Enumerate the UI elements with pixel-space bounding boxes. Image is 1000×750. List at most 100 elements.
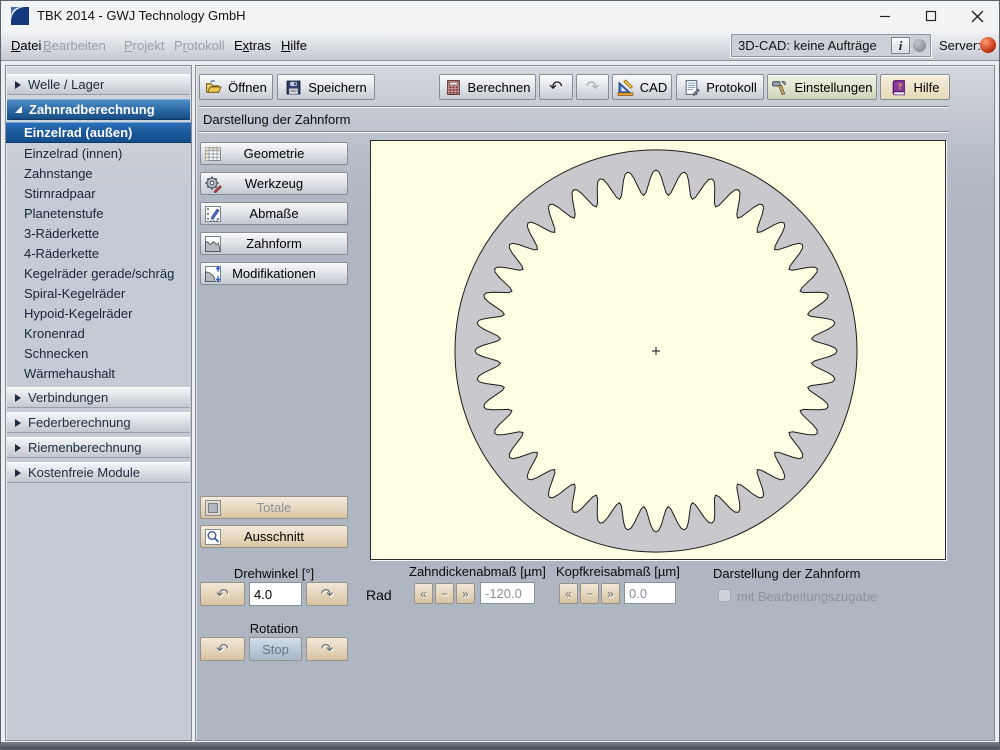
zahndicke-input[interactable] (480, 582, 535, 604)
minus-icon: − (586, 587, 593, 601)
rotation-ccw-button[interactable]: ↶ (200, 637, 245, 661)
app-logo-icon (11, 7, 29, 25)
settings-tools-icon (771, 79, 788, 96)
sidebar-item-waermehaushalt[interactable]: Wärmehaushalt (6, 363, 191, 383)
tooth-form-icon (204, 235, 222, 253)
drehwinkel-input[interactable] (249, 582, 302, 606)
kopfkreis-reset-button[interactable]: − (580, 583, 599, 604)
minimize-icon (879, 10, 891, 22)
kopfkreis-step-down-button[interactable]: « (559, 583, 578, 604)
menu-extras[interactable]: Extras (228, 31, 277, 60)
minimize-button[interactable] (863, 1, 907, 31)
divider (199, 131, 949, 133)
abmasse-button[interactable]: Abmaße (200, 202, 348, 225)
protocol-document-icon (683, 79, 700, 96)
geometrie-button[interactable]: Geometrie (200, 142, 348, 165)
sidebar-item-4-raederkette[interactable]: 4-Räderkette (6, 243, 191, 263)
close-button[interactable] (955, 1, 999, 31)
rotate-cw-icon: ↷ (321, 585, 334, 603)
settings-button[interactable]: Einstellungen (767, 74, 877, 100)
sidebar-item-kegelraeder[interactable]: Kegelräder gerade/schräg (6, 263, 191, 283)
rotate-ccw-button[interactable]: ↶ (200, 582, 245, 606)
protocol-label: Protokoll (706, 80, 757, 95)
sidebar-section-verbindungen[interactable]: Verbindungen (7, 387, 190, 408)
calculate-label: Berechnen (468, 80, 531, 95)
redo-icon: ↷ (586, 77, 599, 97)
save-button[interactable]: Speichern (277, 74, 375, 100)
rotation-cw-button[interactable]: ↷ (306, 637, 348, 661)
rotate-ccw-icon: ↶ (216, 640, 229, 658)
sidebar-item-kronenrad[interactable]: Kronenrad (6, 323, 191, 343)
ausschnitt-button[interactable]: Ausschnitt (200, 525, 348, 548)
sidebar-section-zahnradberechnung[interactable]: Zahnradberechnung (7, 99, 190, 120)
divider (199, 106, 949, 108)
kopfkreis-step-up-button[interactable]: » (601, 583, 620, 604)
protocol-button[interactable]: Protokoll (676, 74, 764, 100)
sidebar-item-planetenstufe[interactable]: Planetenstufe (6, 203, 191, 223)
cad-status-text: 3D-CAD: keine Aufträge (732, 38, 891, 53)
modifications-icon (204, 265, 222, 283)
section-label: Kostenfreie Module (28, 465, 140, 480)
save-floppy-icon (285, 79, 302, 96)
cad-status-box: 3D-CAD: keine Aufträge i (731, 34, 931, 57)
minus-icon: − (441, 587, 448, 601)
zahndicke-step-up-button[interactable]: » (456, 583, 475, 604)
rad-label: Rad (366, 587, 406, 603)
totale-label: Totale (257, 500, 292, 515)
rotate-ccw-icon: ↶ (216, 585, 229, 603)
gear-drawing (371, 141, 945, 559)
undo-button[interactable]: ↶ (539, 74, 573, 100)
chevron-expanded-icon (15, 106, 22, 113)
redo-button[interactable]: ↷ (576, 74, 609, 100)
section-label: Riemenberechnung (28, 440, 141, 455)
maximize-button[interactable] (909, 1, 953, 31)
chevron-right-icon (15, 394, 21, 402)
zahnform-button[interactable]: Zahnform (200, 232, 348, 255)
kopfkreis-input[interactable] (624, 582, 676, 604)
sidebar-section-riemenberechnung[interactable]: Riemenberechnung (7, 437, 190, 458)
sidebar-item-stirnradpaar[interactable]: Stirnradpaar (6, 183, 191, 203)
section-label: Verbindungen (28, 390, 108, 405)
sidebar-item-einzelrad-aussen[interactable]: Einzelrad (außen) (6, 122, 191, 143)
sidebar-item-hypoid-kegelraeder[interactable]: Hypoid-Kegelräder (6, 303, 191, 323)
stop-label: Stop (262, 642, 289, 657)
zahndicke-label: Zahndickenabmaß [µm] (409, 564, 546, 579)
geometry-table-icon (204, 145, 222, 163)
cad-status-indicator (913, 39, 926, 52)
darstellung-label: Darstellung der Zahnform (713, 566, 860, 581)
chevron-right-icon (15, 81, 21, 89)
help-button[interactable]: ? Hilfe (880, 74, 950, 100)
sidebar-section-welle-lager[interactable]: Welle / Lager (7, 74, 190, 95)
gear-view-canvas[interactable] (370, 140, 946, 560)
chevron-right-icon: » (607, 587, 614, 601)
sidebar-item-einzelrad-innen[interactable]: Einzelrad (innen) (6, 143, 191, 163)
modifikationen-button[interactable]: Modifikationen (200, 262, 348, 285)
werkzeug-button[interactable]: Werkzeug (200, 172, 348, 195)
stop-button[interactable]: Stop (249, 637, 302, 661)
titlebar: TBK 2014 - GWJ Technology GmbH (1, 1, 999, 31)
calculate-button[interactable]: Berechnen (439, 74, 536, 100)
help-book-icon: ? (890, 79, 907, 96)
sidebar-item-3-raederkette[interactable]: 3-Räderkette (6, 223, 191, 243)
menu-hilfe[interactable]: Hilfe (275, 31, 313, 60)
cad-button[interactable]: CAD (612, 74, 672, 100)
chevron-left-icon: « (420, 587, 427, 601)
open-button[interactable]: Öffnen (199, 74, 273, 100)
sidebar-item-spiral-kegelraeder[interactable]: Spiral-Kegelräder (6, 283, 191, 303)
sidebar-item-schnecken[interactable]: Schnecken (6, 343, 191, 363)
menubar: Datei Bearbeiten Projekt Protokoll Extra… (1, 31, 999, 61)
module-sidebar: Welle / Lager Zahnradberechnung Einzelra… (5, 65, 192, 741)
bearbeitungszugabe-checkbox (718, 589, 731, 602)
sidebar-item-zahnstange[interactable]: Zahnstange (6, 163, 191, 183)
zahndicke-reset-button[interactable]: − (435, 583, 454, 604)
rotate-cw-button[interactable]: ↷ (306, 582, 348, 606)
sidebar-section-federberechnung[interactable]: Federberechnung (7, 412, 190, 433)
sidebar-section-kostenfreie-module[interactable]: Kostenfreie Module (7, 462, 190, 483)
section-label: Zahnradberechnung (29, 102, 155, 117)
cad-label: CAD (640, 80, 667, 95)
werkzeug-label: Werkzeug (245, 176, 303, 191)
menu-protokoll: Protokoll (168, 31, 231, 60)
zahndicke-step-down-button[interactable]: « (414, 583, 433, 604)
ausschnitt-label: Ausschnitt (244, 529, 304, 544)
info-button[interactable]: i (891, 37, 910, 54)
